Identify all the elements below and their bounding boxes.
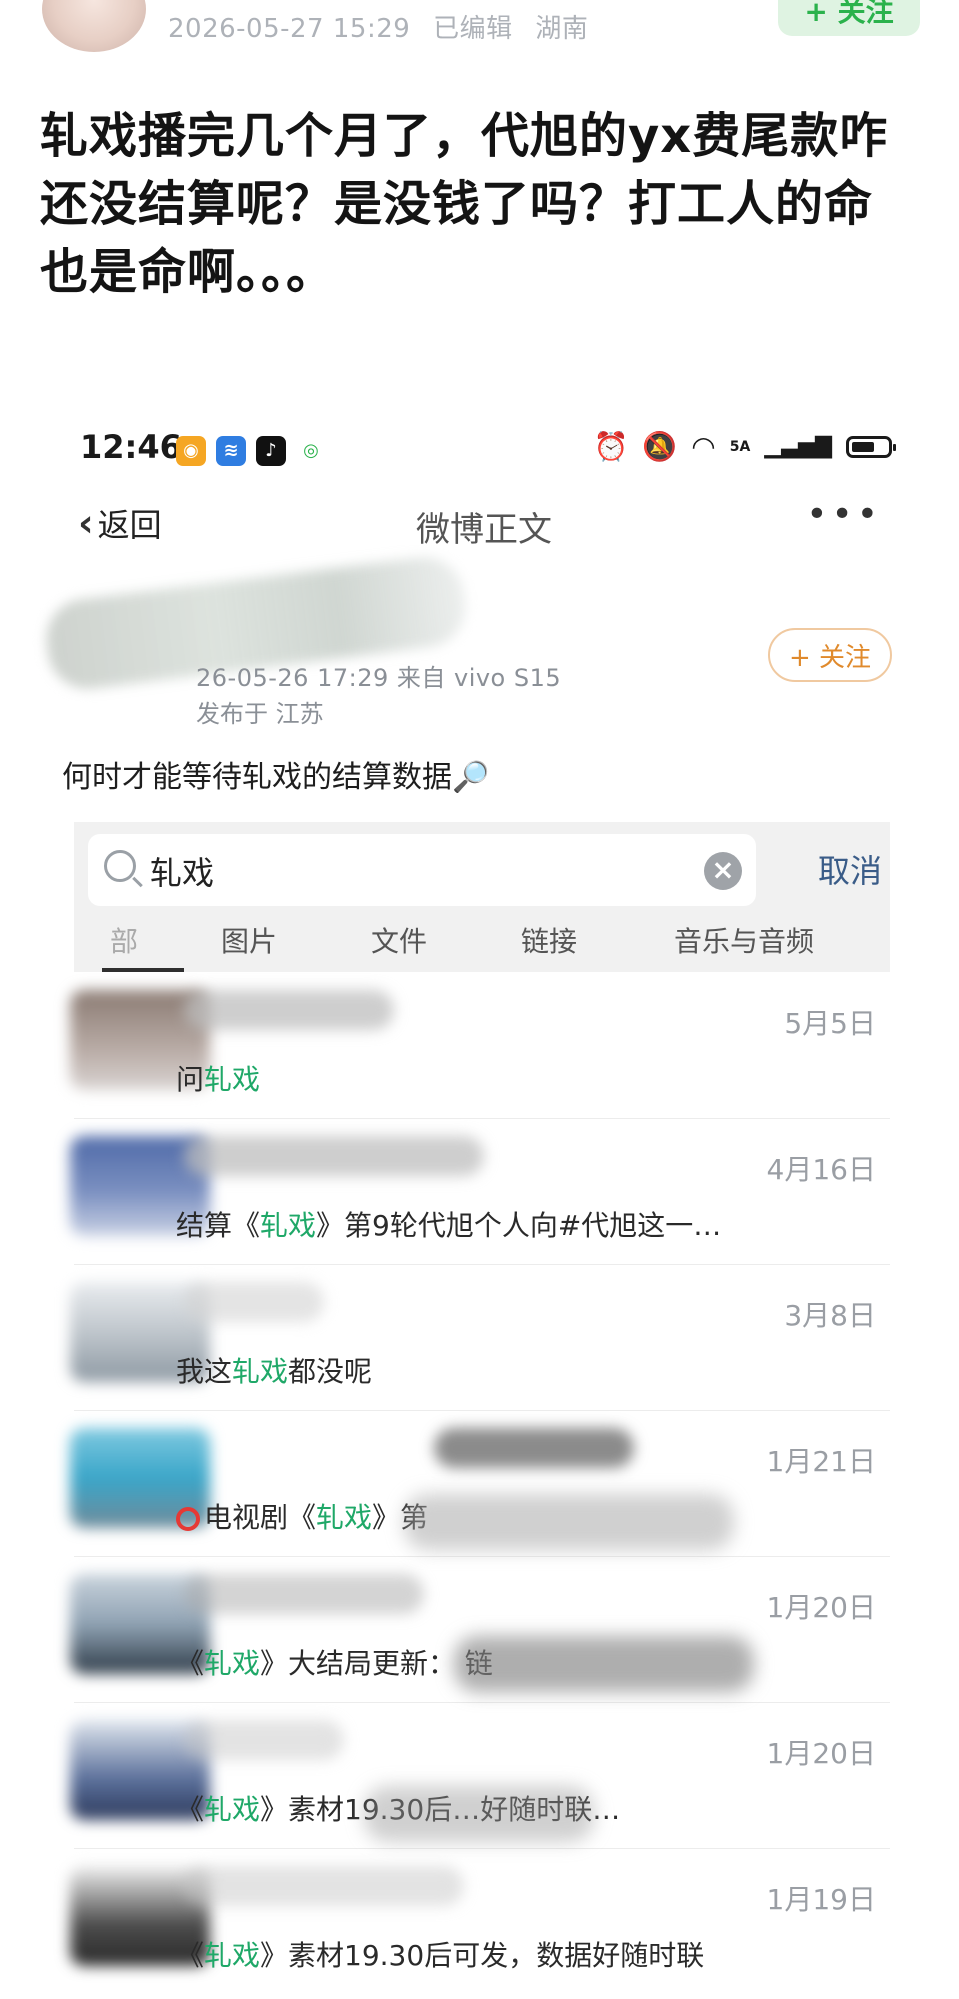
result-row[interactable]: 1月20日 《轧戏》素材19.30后…好随时联… — [70, 1702, 890, 1849]
result-date: 1月20日 — [766, 1737, 876, 1770]
result-row[interactable]: 1月19日 《轧戏》素材19.30后可发，数据好随时联 — [70, 1848, 890, 1994]
tab-files[interactable]: 文件 — [324, 912, 474, 972]
blurred-name — [184, 990, 394, 1030]
signal-icon: ▁▃▅▇ — [764, 434, 832, 459]
tab-all[interactable]: 部 — [74, 912, 184, 972]
search-query: 轧戏 — [150, 854, 215, 892]
status-time: 12:46 — [80, 428, 182, 466]
result-row[interactable]: 3月8日 我这轧戏都没呢 — [70, 1264, 890, 1411]
blurred-content — [404, 1494, 734, 1550]
red-circle-icon — [176, 1507, 200, 1531]
embedded-screenshot: 12:46 ◉ ≋ ♪ ◎ ⏰ 🔕 ◠ 5A ▁▃▅▇ ‹ 返回 微博正文 ••… — [42, 410, 896, 1999]
result-snippet: 电视剧《轧戏》第 — [176, 1496, 428, 1536]
result-date: 3月8日 — [784, 1299, 876, 1332]
post-meta: 2026-05-27 15:29 已编辑 湖南 — [168, 8, 602, 45]
search-area: 轧戏 × 取消 部 图片 文件 链接 音乐与音频 — [74, 822, 890, 972]
result-snippet: 《轧戏》大结局更新： 链 — [176, 1647, 493, 1680]
post-location: 湖南 — [535, 14, 589, 44]
blurred-name — [184, 1136, 484, 1176]
search-icon — [104, 850, 136, 882]
tiktok-icon: ♪ — [256, 436, 286, 466]
battery-icon — [846, 435, 896, 458]
mute-icon: 🔕 — [642, 430, 678, 463]
wifi-icon: ◠ — [691, 430, 716, 463]
wifi-app-icon: ≋ — [216, 436, 246, 466]
cancel-button[interactable]: 取消 — [818, 846, 882, 892]
search-input[interactable]: 轧戏 × — [88, 834, 756, 906]
tab-images[interactable]: 图片 — [174, 912, 324, 972]
page-title: 微博正文 — [416, 510, 552, 550]
blurred-name — [434, 1428, 634, 1468]
result-snippet: 问轧戏 — [176, 1063, 261, 1096]
result-date: 1月20日 — [766, 1591, 876, 1624]
blurred-name — [184, 1720, 344, 1760]
weibo-icon: ◉ — [176, 436, 206, 466]
result-date: 5月5日 — [784, 1007, 876, 1040]
status-right: ⏰ 🔕 ◠ 5A ▁▃▅▇ — [593, 430, 896, 463]
blurred-name — [184, 1282, 324, 1322]
mobile-icon: ◎ — [296, 436, 326, 466]
result-date: 4月16日 — [766, 1153, 876, 1186]
chat-search-panel: 轧戏 × 取消 部 图片 文件 链接 音乐与音频 5月5日 问轧戏 4月16日 … — [70, 822, 890, 1999]
blurred-content — [454, 1636, 754, 1692]
author-follow-button[interactable]: + 关注 — [768, 628, 892, 682]
tab-music-audio[interactable]: 音乐与音频 — [624, 912, 864, 972]
author-time-source: 26-05-26 17:29 来自 vivo S15 — [196, 664, 562, 692]
blurred-name — [184, 1866, 464, 1906]
clear-icon[interactable]: × — [704, 852, 742, 890]
avatar[interactable] — [42, 0, 146, 52]
status-bar: 12:46 ◉ ≋ ♪ ◎ ⏰ 🔕 ◠ 5A ▁▃▅▇ — [76, 410, 896, 490]
network-label: 5A — [729, 438, 751, 455]
alarm-icon: ⏰ — [593, 430, 629, 463]
result-row[interactable]: 5月5日 问轧戏 — [70, 972, 890, 1119]
author-row: 26-05-26 17:29 来自 vivo S15 发布于 江苏 + 关注 — [42, 552, 892, 728]
post-timestamp: 2026-05-27 15:29 — [168, 14, 411, 44]
author-location: 发布于 江苏 — [196, 700, 324, 728]
follow-button[interactable]: + 关注 — [778, 0, 920, 36]
result-snippet: 结算《轧戏》第9轮代旭个人向#代旭这一… — [176, 1209, 722, 1242]
result-row[interactable]: 1月20日 《轧戏》大结局更新： 链 — [70, 1556, 890, 1703]
tab-links[interactable]: 链接 — [474, 912, 624, 972]
result-date: 1月19日 — [766, 1883, 876, 1916]
weibo-text: 何时才能等待轧戏的结算数据🔎 — [62, 760, 490, 795]
result-date: 1月21日 — [766, 1445, 876, 1478]
result-row[interactable]: 4月16日 结算《轧戏》第9轮代旭个人向#代旭这一… — [70, 1118, 890, 1265]
post-header: 2026-05-27 15:29 已编辑 湖南 + 关注 — [0, 0, 959, 60]
more-icon[interactable]: ••• — [806, 494, 882, 535]
blurred-content — [364, 1786, 594, 1842]
filter-tabs: 部 图片 文件 链接 音乐与音频 — [74, 912, 890, 972]
result-snippet: 《轧戏》素材19.30后可发，数据好随时联 — [176, 1939, 705, 1972]
post-text: 轧戏播完几个月了，代旭的yx费尾款咋还没结算呢？是没钱了吗？打工人的命也是命啊。… — [40, 108, 889, 300]
result-row[interactable]: 1月21日 电视剧《轧戏》第 — [70, 1410, 890, 1557]
blurred-name — [184, 1574, 424, 1614]
nav-bar: ‹ 返回 微博正文 ••• — [76, 490, 892, 562]
edited-label: 已编辑 — [433, 14, 513, 44]
result-snippet: 我这轧戏都没呢 — [176, 1355, 373, 1388]
